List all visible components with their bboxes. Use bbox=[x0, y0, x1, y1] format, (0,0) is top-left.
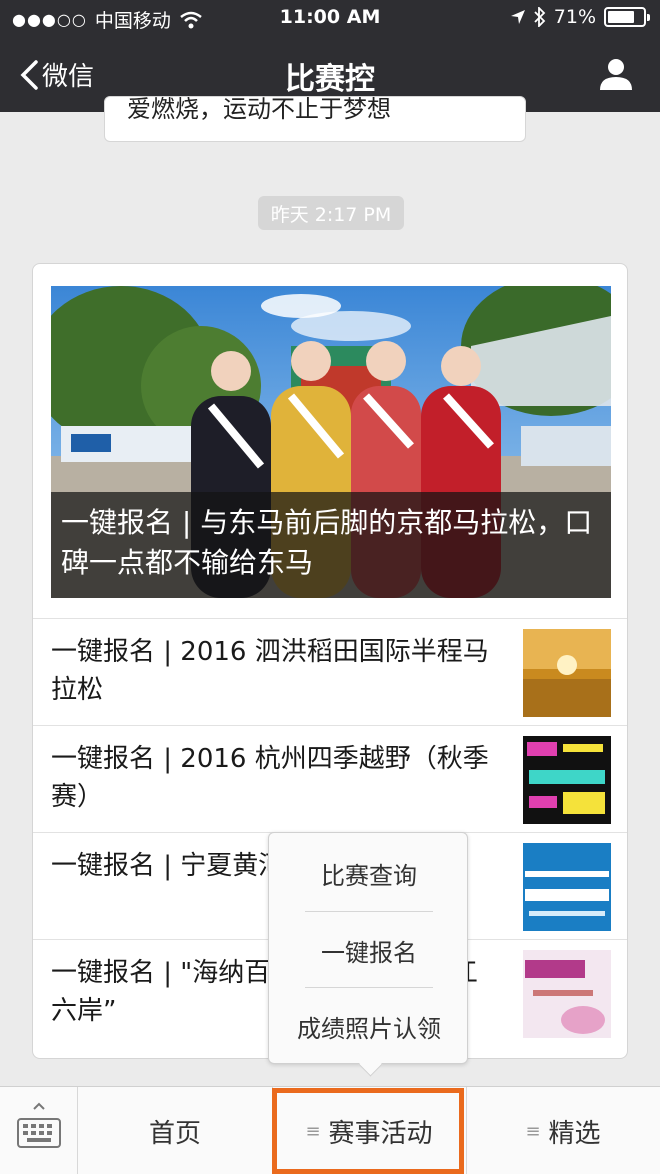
bottom-menu-bar: 首页 ≡ 赛事活动 ≡ 精选 bbox=[0, 1086, 660, 1174]
profile-icon[interactable] bbox=[598, 56, 634, 92]
status-bar: ●●●○○ 中国移动 11:00 AM 71% bbox=[0, 0, 660, 36]
tab-home-label: 首页 bbox=[148, 1118, 201, 1149]
menu-lines-icon: ≡ bbox=[305, 1120, 321, 1142]
hero-article[interactable]: 一键报名 | 与东马前后脚的京都马拉松，口碑一点都不输给东马 bbox=[51, 286, 611, 598]
golden-rice-field-thumbnail bbox=[523, 629, 611, 717]
menu-item-photo-claim[interactable]: 成绩照片认领 bbox=[269, 988, 469, 1064]
list-item-title: 一键报名 | 2016 杭州四季越野（秋季赛） bbox=[51, 744, 489, 812]
tab-events[interactable]: ≡ 赛事活动 bbox=[272, 1087, 466, 1174]
list-item-title: 一键报名 | 2016 泗洪稻田国际半程马拉松 bbox=[51, 637, 489, 705]
list-item[interactable]: 一键报名 | 2016 杭州四季越野（秋季赛） bbox=[33, 725, 627, 832]
menu-item-race-search[interactable]: 比赛查询 bbox=[269, 835, 469, 911]
trailrunning-neon-thumbnail bbox=[523, 736, 611, 824]
bluetooth-icon bbox=[534, 7, 546, 27]
tab-featured-label: 精选 bbox=[548, 1118, 601, 1149]
list-item[interactable]: 一键报名 | 2016 泗洪稻田国际半程马拉松 bbox=[33, 618, 627, 725]
tab-events-label: 赛事活动 bbox=[328, 1118, 433, 1149]
events-popup-menu: 比赛查询 一键报名 成绩照片认领 bbox=[268, 832, 468, 1064]
keyboard-toggle-button[interactable] bbox=[0, 1087, 78, 1174]
previous-message-bubble[interactable]: 爱燃烧，运动不止于梦想 bbox=[104, 96, 526, 142]
menu-lines-icon: ≡ bbox=[525, 1120, 541, 1142]
tab-featured[interactable]: ≡ 精选 bbox=[466, 1087, 660, 1174]
battery-icon bbox=[604, 7, 650, 27]
keyboard-icon bbox=[17, 1102, 61, 1148]
hero-title: 一键报名 | 与东马前后脚的京都马拉松，口碑一点都不输给东马 bbox=[51, 492, 611, 598]
page-title: 比赛控 bbox=[285, 62, 375, 97]
message-timestamp: 昨天 2:17 PM bbox=[258, 196, 404, 230]
battery-percent: 71% bbox=[553, 6, 596, 28]
menu-item-quick-signup[interactable]: 一键报名 bbox=[269, 912, 469, 988]
yellow-river-marathon-thumbnail bbox=[523, 843, 611, 931]
jiayou-poster-thumbnail bbox=[523, 950, 611, 1038]
tab-home[interactable]: 首页 bbox=[78, 1087, 272, 1174]
previous-message-text: 爱燃烧，运动不止于梦想 bbox=[127, 96, 391, 123]
location-arrow-icon bbox=[510, 10, 525, 24]
